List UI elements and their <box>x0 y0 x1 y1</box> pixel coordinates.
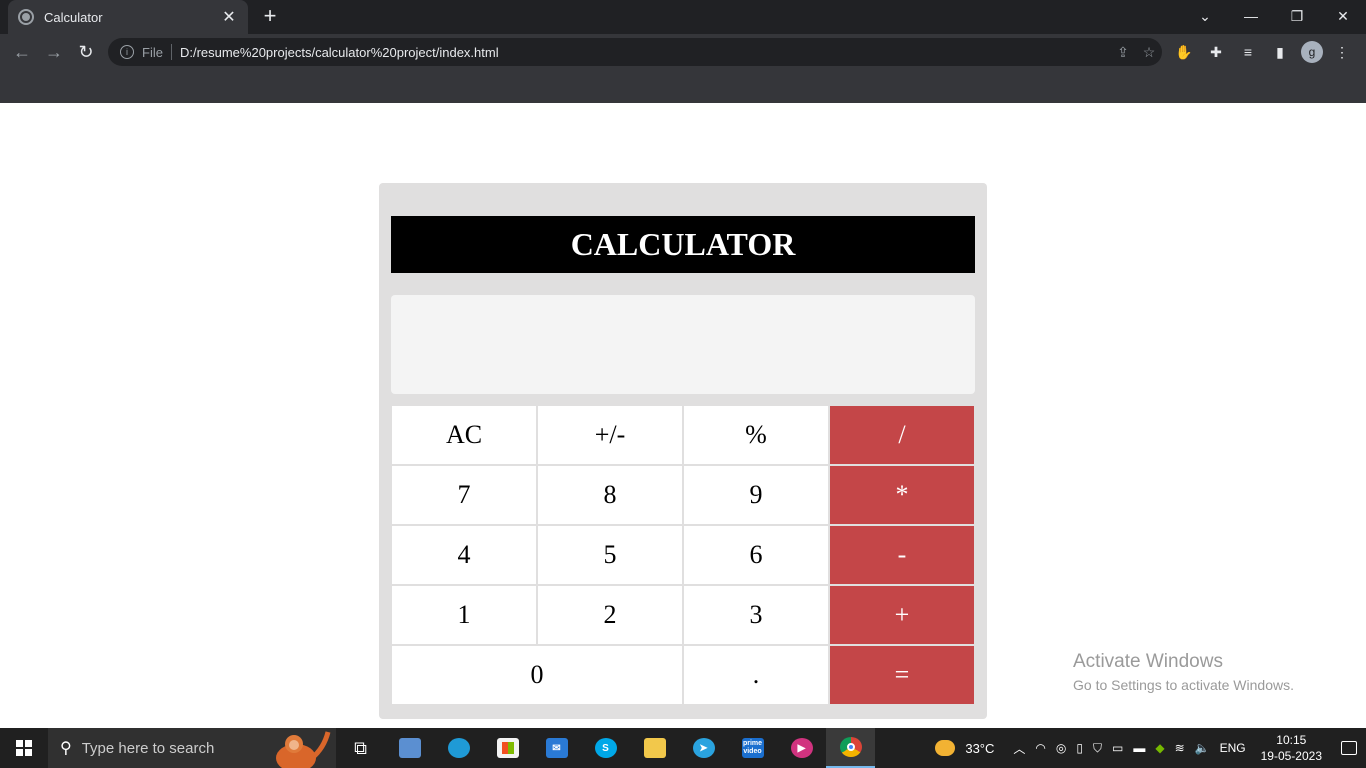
bookmark-bar <box>0 70 1366 103</box>
display-icon[interactable]: ▬ <box>1128 741 1150 755</box>
start-button[interactable] <box>0 728 48 768</box>
tab-title: Calculator <box>44 9 103 25</box>
usb-icon[interactable]: ▯ <box>1071 741 1088 755</box>
key-digit-0-button[interactable]: 0 <box>392 646 682 704</box>
back-arrow-icon[interactable]: ← <box>10 40 34 64</box>
clock-time: 10:15 <box>1276 733 1307 747</box>
key-digit-1-button[interactable]: 1 <box>392 586 536 644</box>
extensions-puzzle-icon[interactable]: ✚ <box>1206 42 1226 62</box>
search-placeholder: Type here to search <box>81 739 215 757</box>
network-icon[interactable]: ◠ <box>1030 741 1050 755</box>
tab-close-icon[interactable]: ✕ <box>220 7 238 27</box>
reload-icon[interactable]: ↻ <box>74 40 98 64</box>
activate-windows-watermark: Activate Windows Go to Settings to activ… <box>1073 651 1294 693</box>
url-text[interactable]: D:/resume%20projects/calculator%20projec… <box>180 45 1110 60</box>
watermark-line-2: Go to Settings to activate Windows. <box>1073 677 1294 693</box>
battery-icon[interactable]: ▭ <box>1107 741 1128 755</box>
divider <box>170 44 172 60</box>
calculator: CALCULATOR AC +/-%/ 7 8 9 * 4 5 6- 1 2 3 +0. = <box>379 183 987 719</box>
weather-sun-icon <box>935 740 956 756</box>
globe-icon <box>18 9 34 25</box>
forward-arrow-icon[interactable]: → <box>42 40 66 64</box>
new-tab-button[interactable]: + <box>258 5 282 29</box>
close-window-icon[interactable]: ✕ <box>1320 0 1366 32</box>
camera-icon[interactable]: ◎ <box>1051 741 1071 755</box>
clipchamp-icon[interactable]: ▶ <box>777 728 826 768</box>
defender-shield-icon[interactable]: ⛉ <box>1088 741 1107 756</box>
browser-tab-bar: Calculator ✕ + ⌄ — ❐ ✕ <box>0 0 1366 34</box>
calculator-display[interactable] <box>391 295 975 394</box>
key-decimal-button[interactable]: . <box>684 646 828 704</box>
info-icon[interactable]: i <box>120 45 134 59</box>
key-add-button[interactable]: + <box>830 586 974 644</box>
restore-icon[interactable]: ❐ <box>1274 0 1320 32</box>
weather-widget[interactable]: 33°C <box>935 740 994 756</box>
scheme-label: File <box>142 44 163 60</box>
media-queue-icon[interactable]: ≡ <box>1238 42 1258 62</box>
share-icon[interactable]: ⇪ <box>1110 44 1136 61</box>
windows-taskbar: ⚲ Type here to search ⧉ ✉ S ➤ prime vide… <box>0 728 1366 768</box>
browser-tab[interactable]: Calculator ✕ <box>8 0 248 34</box>
address-bar[interactable]: i File D:/resume%20projects/calculator%2… <box>108 38 1162 66</box>
browser-toolbar: ← → ↻ i File D:/resume%20projects/calcul… <box>0 34 1366 70</box>
adblock-extension-icon[interactable]: ✋ <box>1174 42 1194 62</box>
keypad: AC +/-%/ 7 8 9 * 4 5 6- 1 2 3 +0. = <box>392 406 974 704</box>
mail-icon[interactable]: ✉ <box>532 728 581 768</box>
chrome-icon[interactable] <box>826 728 875 768</box>
volume-icon[interactable]: 🔈 <box>1190 741 1215 755</box>
key-digit-4-button[interactable]: 4 <box>392 526 536 584</box>
menu-kebab-icon[interactable]: ⋮ <box>1332 42 1352 62</box>
file-app-icon[interactable] <box>385 728 434 768</box>
key-divide-button[interactable]: / <box>830 406 974 464</box>
language-indicator[interactable]: ENG <box>1215 741 1251 755</box>
show-hidden-icons-chevron-icon[interactable]: ︿ <box>1008 740 1030 757</box>
tab-search-chevron-icon[interactable]: ⌄ <box>1182 0 1228 32</box>
profile-avatar[interactable]: g <box>1301 41 1323 63</box>
taskbar-search[interactable]: ⚲ Type here to search <box>48 728 336 768</box>
key-digit-5-button[interactable]: 5 <box>538 526 682 584</box>
minimize-icon[interactable]: — <box>1228 0 1274 32</box>
wifi-icon[interactable]: ≋ <box>1170 741 1190 755</box>
task-view-icon[interactable]: ⧉ <box>336 728 385 768</box>
weather-temperature: 33°C <box>965 740 995 756</box>
key-digit-3-button[interactable]: 3 <box>684 586 828 644</box>
key-toggle-sign-button[interactable]: +/- <box>538 406 682 464</box>
search-icon: ⚲ <box>60 740 72 757</box>
search-highlight-mascot-icon <box>276 731 331 768</box>
notification-icon[interactable] <box>1332 728 1366 768</box>
prime-video-icon[interactable]: prime video <box>728 728 777 768</box>
watermark-line-1: Activate Windows <box>1073 651 1223 672</box>
key-percent-button[interactable]: % <box>684 406 828 464</box>
key-subtract-button[interactable]: - <box>830 526 974 584</box>
windows-logo-icon <box>16 740 32 756</box>
key-multiply-button[interactable]: * <box>830 466 974 524</box>
key-digit-7-button[interactable]: 7 <box>392 466 536 524</box>
file-explorer-icon[interactable] <box>630 728 679 768</box>
nvidia-icon[interactable]: ◆ <box>1150 741 1169 755</box>
edge-browser-icon[interactable] <box>434 728 483 768</box>
key-digit-9-button[interactable]: 9 <box>684 466 828 524</box>
key-digit-8-button[interactable]: 8 <box>538 466 682 524</box>
key-digit-2-button[interactable]: 2 <box>538 586 682 644</box>
key-digit-6-button[interactable]: 6 <box>684 526 828 584</box>
system-tray: 33°C ︿ ◠ ◎ ▯ ⛉ ▭ ▬ ◆ ≋ 🔈 ENG 10:15 19-05… <box>935 728 1366 768</box>
key-clear-button[interactable]: AC <box>392 406 536 464</box>
microsoft-store-icon[interactable] <box>483 728 532 768</box>
skype-icon[interactable]: S <box>581 728 630 768</box>
clock[interactable]: 10:15 19-05-2023 <box>1251 732 1332 764</box>
calculator-title: CALCULATOR <box>391 216 975 273</box>
clock-date: 19-05-2023 <box>1260 749 1322 763</box>
telegram-icon[interactable]: ➤ <box>679 728 728 768</box>
key-equals-button[interactable]: = <box>830 646 974 704</box>
side-panel-icon[interactable]: ▮ <box>1270 42 1290 62</box>
bookmark-star-icon[interactable]: ☆ <box>1136 44 1162 61</box>
